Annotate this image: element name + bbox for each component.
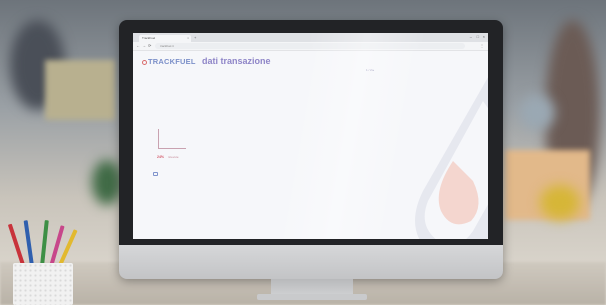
monitor-stand-base (257, 294, 367, 300)
forward-icon[interactable]: → (142, 43, 146, 48)
new-tab-icon[interactable]: + (194, 35, 196, 40)
close-icon[interactable]: × (187, 35, 189, 42)
logo-text: TRACKFUEL (148, 57, 196, 66)
background-lamp (520, 95, 555, 130)
kpi-value: 24% (157, 155, 165, 159)
window-close-icon[interactable]: × (483, 34, 485, 39)
browser-tab-title: TrackFuel (142, 36, 156, 40)
calendar-icon[interactable] (153, 172, 158, 176)
pencil-cup-body (13, 263, 73, 305)
mini-chart-x-axis (158, 148, 186, 149)
background-plant (92, 160, 122, 205)
monitor-screen: TrackFuel × + – □ × ← → ⟳ trackfuel.it ⋮… (133, 33, 488, 239)
pagination[interactable]: 1 / 2 ▸ (366, 68, 374, 72)
footer-note: · · · (233, 237, 238, 239)
background-plant-right (540, 185, 580, 220)
background-shelf (45, 60, 115, 120)
trackfuel-watermark-logo (415, 77, 488, 239)
reload-icon[interactable]: ⟳ (148, 43, 151, 48)
monitor-chin (119, 245, 503, 279)
page-title: dati transazione (202, 56, 271, 66)
app-page: TRACKFUEL dati transazione 1 / 2 ▸ 24% r… (133, 51, 488, 239)
maximize-icon[interactable]: □ (477, 34, 479, 39)
logo-drop-icon (142, 59, 147, 65)
mini-chart-y-axis (158, 129, 159, 149)
minimize-icon[interactable]: – (470, 34, 472, 39)
trackfuel-logo[interactable]: TRACKFUEL (142, 57, 196, 66)
mini-chart (158, 129, 186, 151)
browser-tab[interactable]: TrackFuel × (139, 35, 191, 42)
kpi-caption: ricevute (168, 155, 179, 159)
back-icon[interactable]: ← (136, 43, 140, 48)
